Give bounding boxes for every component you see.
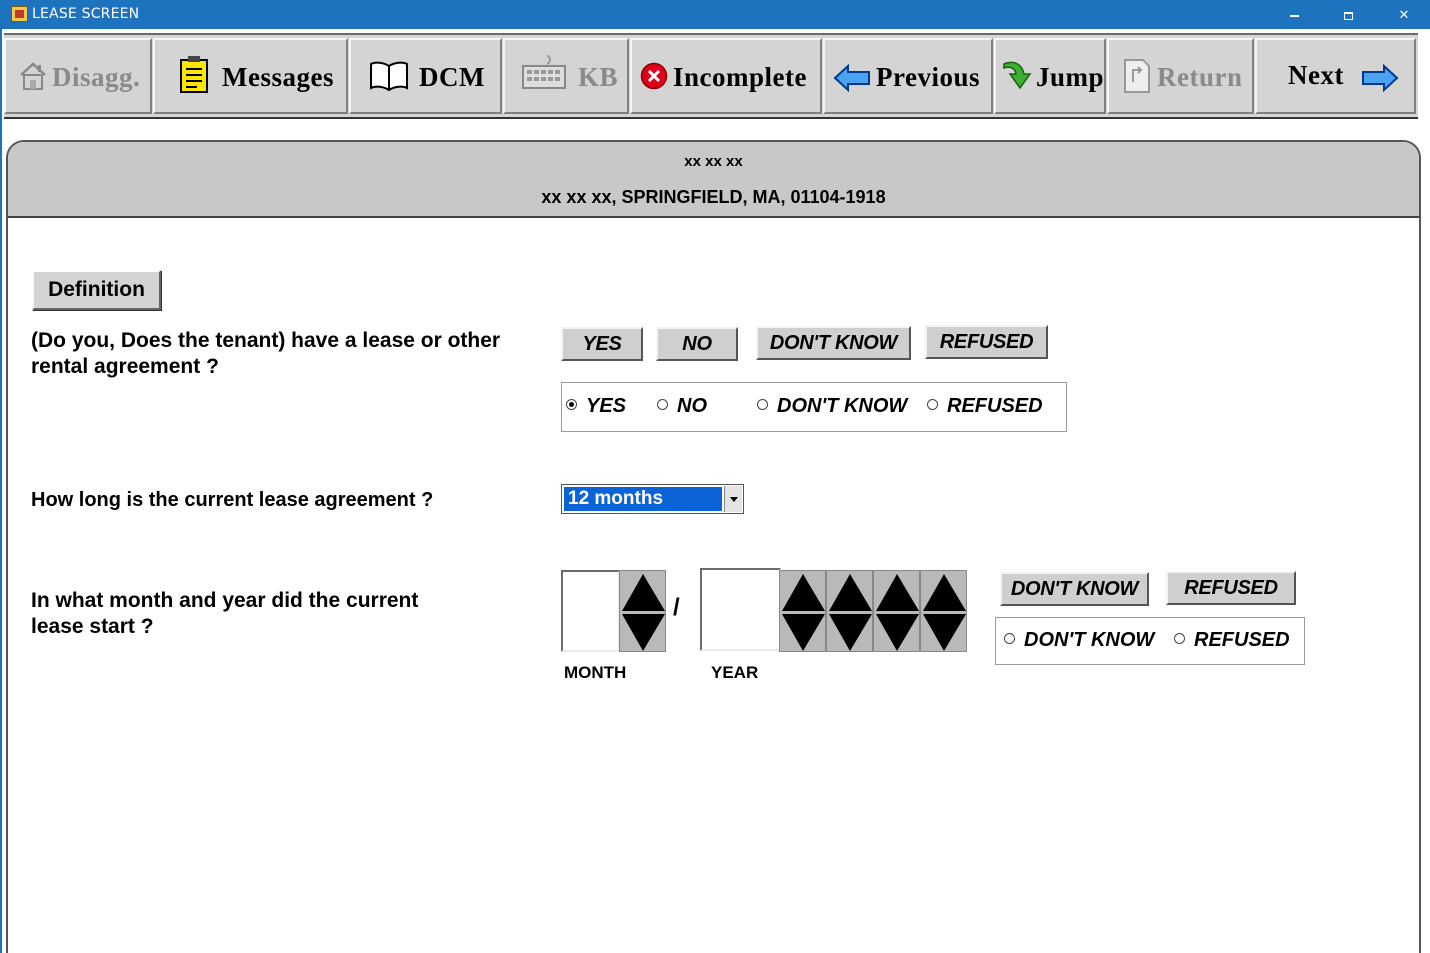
toolbar: Disagg. Messages DCM KB Incomplete Previ…	[4, 33, 1418, 119]
minimize-button[interactable]	[1268, 0, 1320, 29]
dcm-button[interactable]: DCM	[349, 38, 502, 114]
q1-no-button[interactable]: NO	[656, 327, 738, 361]
q1-yes-button[interactable]: YES	[561, 327, 643, 361]
q1-radio-dont-know[interactable]: DON'T KNOW	[757, 395, 907, 418]
lease-length-select[interactable]: 12 months	[561, 484, 744, 514]
q3-refused-button[interactable]: REFUSED	[1166, 571, 1296, 605]
spin-arrows-icon	[782, 574, 825, 651]
date-separator: /	[673, 594, 680, 621]
question-lease-length: How long is the current lease agreement …	[31, 489, 434, 511]
q3-dont-know-button[interactable]: DON'T KNOW	[1000, 572, 1149, 606]
q1-radio-no-label: NO	[677, 395, 707, 417]
q1-radio-refused[interactable]: REFUSED	[927, 395, 1043, 418]
q3-radio-refused-label: REFUSED	[1194, 629, 1290, 651]
dcm-label: DCM	[419, 62, 485, 92]
incomplete-button[interactable]: Incomplete	[630, 38, 822, 114]
spin-arrows-icon	[923, 574, 966, 651]
radio-icon	[1004, 633, 1015, 645]
q1-radio-yes[interactable]: YES	[566, 395, 626, 418]
lease-panel: xx xx xx xx xx xx, SPRINGFIELD, MA, 0110…	[6, 140, 1421, 953]
radio-icon	[927, 399, 938, 411]
radio-icon	[757, 399, 768, 411]
title-bar: LEASE SCREEN ✕	[0, 0, 1430, 29]
jump-arrow-icon	[1003, 61, 1032, 90]
year-spinner-1[interactable]	[779, 570, 826, 652]
year-label: YEAR	[711, 663, 759, 682]
return-button[interactable]: Return	[1107, 38, 1254, 114]
year-spinner-4[interactable]	[920, 570, 967, 652]
book-icon	[370, 61, 408, 92]
previous-label: Previous	[876, 62, 980, 92]
spin-arrows-icon	[829, 574, 872, 651]
next-button[interactable]: Next	[1255, 38, 1416, 114]
q3-radio-dont-know[interactable]: DON'T KNOW	[1004, 629, 1154, 652]
month-input[interactable]	[561, 570, 620, 652]
q1-radio-dont-know-label: DON'T KNOW	[777, 395, 908, 417]
year-spinner-3[interactable]	[873, 570, 920, 652]
q3-radio-refused[interactable]: REFUSED	[1174, 629, 1290, 652]
close-button[interactable]: ✕	[1378, 0, 1430, 29]
definition-button[interactable]: Definition	[32, 270, 161, 310]
app-icon	[11, 6, 28, 22]
arrow-left-icon	[833, 64, 870, 92]
notepad-icon	[180, 56, 208, 93]
chevron-down-icon[interactable]	[724, 486, 742, 512]
header-name: xx xx xx	[684, 153, 743, 170]
previous-button[interactable]: Previous	[823, 38, 993, 114]
month-spinner[interactable]	[619, 570, 666, 652]
year-input[interactable]	[700, 568, 781, 651]
q1-radio-yes-label: YES	[586, 395, 627, 417]
radio-icon	[657, 399, 668, 411]
return-label: Return	[1157, 62, 1243, 92]
radio-icon	[1174, 633, 1185, 645]
month-label: MONTH	[564, 663, 627, 682]
address-header: xx xx xx xx xx xx, SPRINGFIELD, MA, 0110…	[8, 142, 1419, 218]
question-lease: (Do you, Does the tenant) have a lease o…	[31, 329, 501, 378]
disagg-button[interactable]: Disagg.	[4, 38, 152, 114]
maximize-button[interactable]	[1322, 0, 1374, 29]
q1-dont-know-button[interactable]: DON'T KNOW	[756, 326, 911, 360]
q3-radio-dont-know-label: DON'T KNOW	[1024, 629, 1155, 651]
q1-refused-button[interactable]: REFUSED	[925, 325, 1048, 359]
arrow-right-icon	[1362, 64, 1399, 92]
year-spinner-2[interactable]	[826, 570, 873, 652]
kb-button[interactable]: KB	[503, 38, 629, 114]
lease-length-value: 12 months	[564, 487, 722, 511]
window-title: LEASE SCREEN	[32, 6, 140, 22]
return-icon	[1124, 59, 1150, 93]
messages-label: Messages	[222, 62, 334, 92]
window-frame	[0, 29, 2, 953]
error-icon	[640, 62, 668, 90]
spin-arrows-icon	[876, 574, 919, 651]
question-lease-start: In what month and year did the current l…	[31, 589, 419, 638]
kb-label: KB	[578, 62, 619, 92]
maximize-icon	[1343, 11, 1353, 20]
q1-radio-group: YES NO DON'T KNOW REFUSED	[561, 382, 1067, 432]
header-address: xx xx xx, SPRINGFIELD, MA, 01104-1918	[541, 187, 886, 207]
spin-arrows-icon	[622, 574, 665, 651]
disagg-label: Disagg.	[52, 62, 141, 92]
radio-selected-icon	[566, 399, 577, 411]
close-icon: ✕	[1398, 7, 1410, 22]
q1-radio-no[interactable]: NO	[657, 395, 707, 418]
q1-radio-refused-label: REFUSED	[947, 395, 1043, 417]
home-icon	[20, 62, 46, 90]
jump-button[interactable]: Jump	[994, 38, 1106, 114]
minimize-icon	[1289, 14, 1299, 17]
next-label: Next	[1288, 60, 1344, 90]
q3-radio-group: DON'T KNOW REFUSED	[995, 617, 1305, 665]
incomplete-label: Incomplete	[673, 62, 807, 92]
jump-label: Jump	[1036, 62, 1105, 92]
messages-button[interactable]: Messages	[153, 38, 348, 114]
keyboard-icon	[522, 55, 566, 89]
